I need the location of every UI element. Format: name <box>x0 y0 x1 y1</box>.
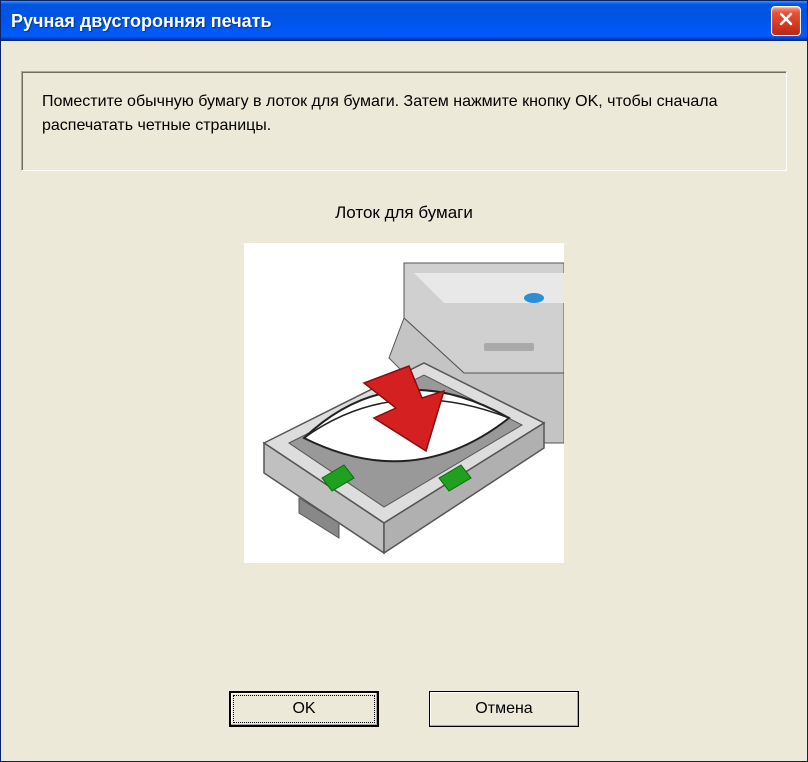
illustration-caption: Лоток для бумаги <box>21 203 787 223</box>
window-title: Ручная двусторонняя печать <box>11 11 272 32</box>
close-button[interactable] <box>771 6 801 36</box>
close-icon <box>778 11 794 32</box>
printer-tray-illustration <box>244 243 564 563</box>
content-area: Поместите обычную бумагу в лоток для бум… <box>1 41 807 761</box>
ok-button[interactable]: OK <box>229 691 379 727</box>
cancel-button[interactable]: Отмена <box>429 691 579 727</box>
dialog-window: Ручная двусторонняя печать Поместите обы… <box>0 0 808 762</box>
titlebar: Ручная двусторонняя печать <box>1 1 807 41</box>
instruction-message-box: Поместите обычную бумагу в лоток для бум… <box>21 71 787 171</box>
illustration-container <box>21 243 787 671</box>
instruction-text: Поместите обычную бумагу в лоток для бум… <box>42 93 717 134</box>
button-bar: OK Отмена <box>21 671 787 741</box>
